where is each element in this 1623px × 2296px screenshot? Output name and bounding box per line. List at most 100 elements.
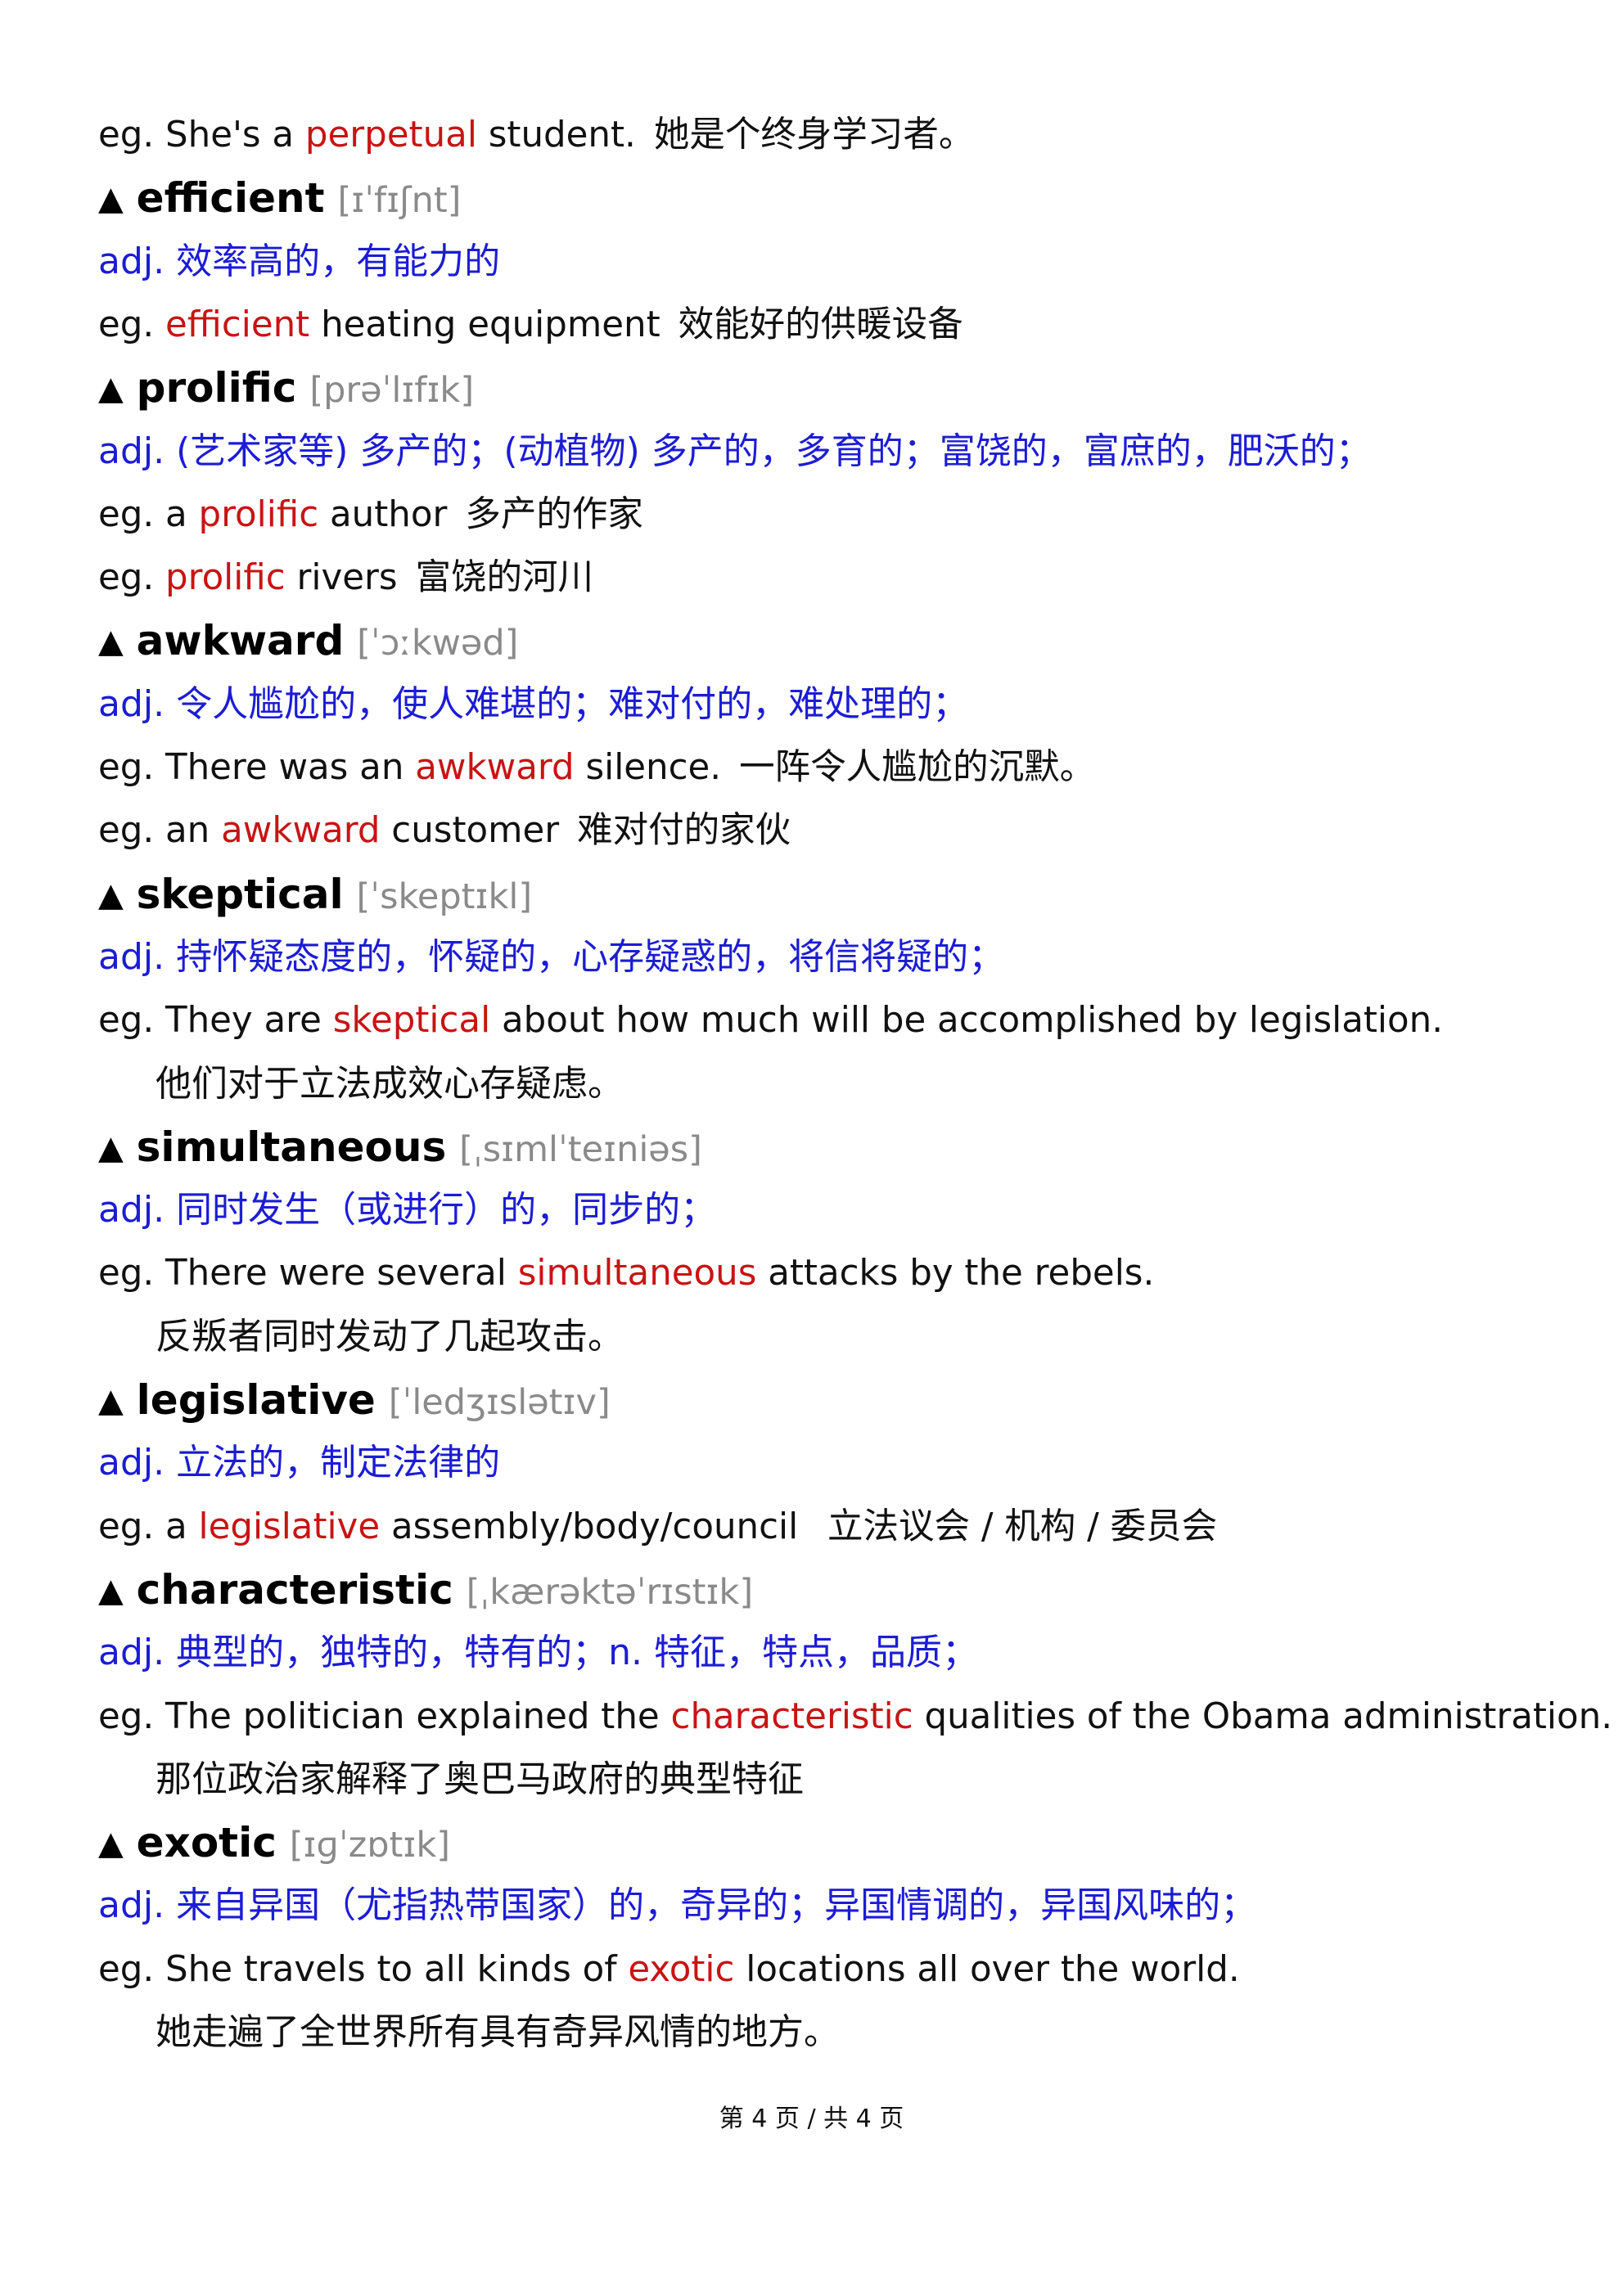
example-text: eg. There were several	[98, 1253, 518, 1294]
highlighted-word: perpetual	[304, 115, 477, 155]
triangle-marker-icon: ▲	[98, 876, 124, 914]
example-text: eg. an	[98, 810, 222, 852]
example-text: about how much will be accomplished by l…	[490, 1000, 1444, 1042]
phonetic-transcription: [ˈɔːkwəd]	[357, 623, 519, 664]
word-heading: ▲ simultaneous [ˌsɪmlˈteɪniəs]	[98, 1123, 702, 1174]
example-line: eg. The politician explained the charact…	[98, 1692, 1612, 1741]
example-line: eg. There were several simultaneous atta…	[98, 1249, 1154, 1298]
example-line: eg. They are skeptical about how much wi…	[98, 996, 1443, 1045]
triangle-marker-icon: ▲	[98, 1382, 124, 1420]
example-line: eg. She travels to all kinds of exotic l…	[98, 1945, 1240, 1994]
triangle-marker-icon: ▲	[98, 1825, 124, 1863]
definition-line: adj. (艺术家等) 多产的；(动植物) 多产的，多育的；富饶的，富庶的，肥沃…	[98, 427, 1372, 476]
example-translation: 立法议会 / 机构 / 委员会	[816, 1506, 1218, 1547]
example-line: eg. prolific rivers 富饶的河川	[98, 553, 593, 602]
example-translation: 反叛者同时发动了几起攻击。	[156, 1315, 624, 1357]
phonetic-transcription: [ˈskeptɪkl]	[356, 876, 533, 917]
phonetic-transcription: [ˌkærəktəˈrɪstɪk]	[466, 1571, 754, 1613]
example-text: eg. The politician explained the	[98, 1695, 671, 1737]
phonetic-transcription: [ˈledʒɪslətɪv]	[388, 1382, 611, 1423]
definition-line: adj. 持怀疑态度的，怀疑的，心存疑惑的，将信将疑的；	[98, 933, 1004, 982]
example-text: customer	[380, 810, 560, 852]
highlighted-word: efficient	[165, 304, 310, 345]
document-page: eg. She's a perpetual student. 她是个终身学习者。 ▲…	[0, 0, 1623, 2296]
headword: exotic	[136, 1819, 277, 1867]
definition-text: adj. 来自异国（尤指热带国家）的，奇异的；异国情调的，异国风味的；	[98, 1884, 1257, 1927]
highlighted-word: skeptical	[332, 1000, 491, 1042]
word-heading: ▲ awkward [ˈɔːkwəd]	[98, 616, 518, 668]
example-text: qualities of the Obama administration.	[913, 1695, 1613, 1737]
definition-text: adj. 立法的，制定法律的	[98, 1442, 501, 1484]
example-text: locations all over the world.	[734, 1948, 1240, 1990]
example-line: eg. an awkward customer 难对付的家伙	[98, 806, 791, 855]
definition-line: adj. 典型的，独特的，特有的；n. 特征，特点，品质；	[98, 1628, 978, 1677]
translation-line: 反叛者同时发动了几起攻击。	[156, 1312, 624, 1362]
example-translation: 那位政治家解释了奥巴马政府的典型特征	[156, 1758, 804, 1800]
example-line: eg. There was an awkward silence. 一阵令人尴尬的…	[98, 743, 1095, 792]
example-text: eg. She's a	[98, 115, 305, 155]
headword: simultaneous	[136, 1123, 447, 1171]
example-translation: 富饶的河川	[415, 557, 594, 599]
example-text: silence.	[574, 747, 722, 788]
example-text: eg. They are	[98, 1000, 333, 1042]
triangle-marker-icon: ▲	[98, 370, 124, 408]
triangle-marker-icon: ▲	[98, 1571, 124, 1609]
example-translation: 一阵令人尴尬的沉默。	[739, 747, 1096, 788]
phonetic-transcription: [ˌsɪmlˈteɪniəs]	[459, 1128, 702, 1170]
phonetic-transcription: [ɪˈfɪʃnt]	[337, 180, 462, 222]
definition-line: adj. 效率高的，有能力的	[98, 237, 500, 286]
headword: characteristic	[136, 1565, 453, 1614]
definition-text: adj. 典型的，独特的，特有的；n. 特征，特点，品质；	[98, 1632, 978, 1674]
example-text: eg. She travels to all kinds of	[98, 1948, 629, 1990]
highlighted-word: exotic	[628, 1948, 735, 1990]
phonetic-transcription: [prəˈlɪfɪk]	[309, 370, 475, 412]
translation-line: 那位政治家解释了奥巴马政府的典型特征	[156, 1755, 804, 1804]
definition-text: adj. 令人尴尬的，使人难堪的；难对付的，难处理的；	[98, 682, 969, 725]
example-line: eg. a legislative assembly/body/council …	[98, 1502, 1217, 1551]
word-heading: ▲ skeptical [ˈskeptɪkl]	[98, 870, 532, 921]
definition-line: adj. 立法的，制定法律的	[98, 1438, 500, 1488]
word-heading: ▲ characteristic [ˌkærəktəˈrɪstɪk]	[98, 1565, 753, 1617]
highlighted-word: prolific	[165, 557, 286, 599]
definition-text: adj. (艺术家等) 多产的；(动植物) 多产的，多育的；富饶的，富庶的，肥沃…	[98, 430, 1372, 472]
highlighted-word: legislative	[198, 1506, 381, 1547]
highlighted-word: prolific	[198, 493, 319, 535]
example-text: author	[318, 493, 448, 535]
highlighted-word: simultaneous	[517, 1253, 757, 1294]
phonetic-transcription: [ɪɡˈzɒtɪk]	[289, 1825, 451, 1866]
example-text: eg. a	[98, 493, 199, 535]
triangle-marker-icon: ▲	[98, 623, 124, 661]
headword: awkward	[136, 617, 345, 665]
example-translation: 他们对于立法成效心存疑虑。	[156, 1062, 624, 1105]
example-text: eg. There was an	[98, 747, 416, 788]
definition-text: adj. 持怀疑态度的，怀疑的，心存疑惑的，将信将疑的；	[98, 935, 1005, 978]
example-text: eg. a	[98, 1506, 199, 1547]
highlighted-word: characteristic	[670, 1695, 913, 1737]
word-heading: ▲ prolific [prəˈlɪfɪk]	[98, 363, 474, 415]
page-footer: 第 4 页 / 共 4 页	[719, 2105, 904, 2133]
triangle-marker-icon: ▲	[98, 1128, 124, 1167]
definition-line: adj. 令人尴尬的，使人难堪的；难对付的，难处理的；	[98, 680, 968, 729]
headword: legislative	[136, 1376, 376, 1424]
word-heading: ▲ legislative [ˈledʒɪslətɪv]	[98, 1375, 611, 1427]
example-translation: 难对付的家伙	[577, 810, 791, 852]
definition-text: adj. 效率高的，有能力的	[98, 240, 501, 282]
example-text: student.	[476, 115, 636, 155]
word-heading: ▲ efficient [ɪˈfɪʃnt]	[98, 173, 461, 225]
translation-line: 他们对于立法成效心存疑虑。	[156, 1060, 624, 1109]
example-text: rivers	[285, 557, 398, 599]
example-translation: 多产的作家	[465, 493, 643, 535]
definition-text: adj. 同时发生（或进行）的，同步的；	[98, 1189, 717, 1231]
example-text: attacks by the rebels.	[756, 1253, 1155, 1294]
highlighted-word: awkward	[221, 810, 381, 852]
example-line: eg. a prolific author 多产的作家	[98, 490, 643, 539]
example-line: eg. efficient heating equipment 效能好的供暖设备	[98, 300, 963, 349]
highlighted-word: awkward	[415, 747, 575, 788]
triangle-marker-icon: ▲	[98, 180, 124, 218]
example-text: assembly/body/council	[380, 1506, 799, 1547]
headword: prolific	[136, 364, 297, 412]
example-line: eg. She's a perpetual student. 她是个终身学习者。	[98, 110, 974, 160]
example-translation: 效能好的供暖设备	[678, 304, 963, 345]
headword: skeptical	[136, 870, 344, 918]
word-heading: ▲ exotic [ɪɡˈzɒtɪk]	[98, 1818, 450, 1870]
